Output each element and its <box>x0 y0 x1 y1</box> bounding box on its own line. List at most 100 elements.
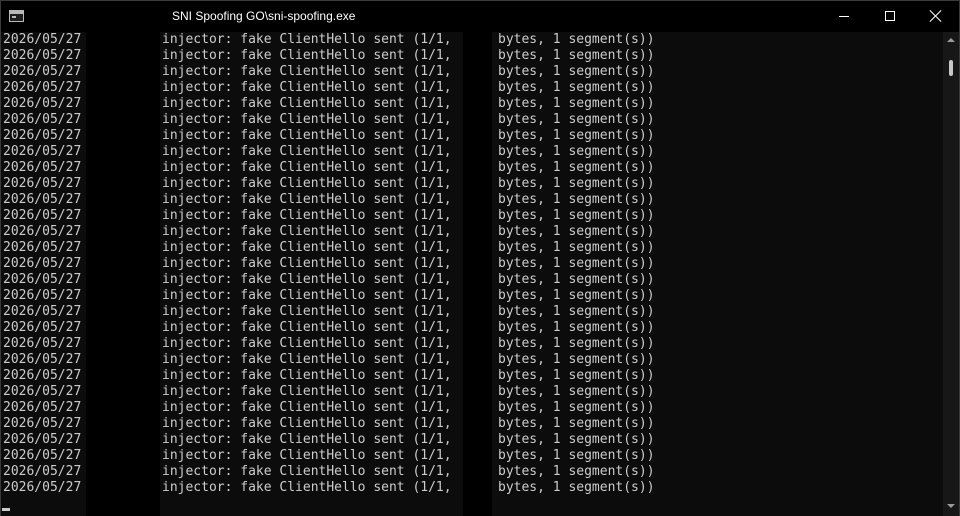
log-message: injector: fake ClientHello sent (1/1, <box>162 96 452 111</box>
log-tail: bytes, 1 segment(s)) <box>498 400 655 415</box>
log-message: injector: fake ClientHello sent (1/1, <box>162 464 452 479</box>
log-tail: bytes, 1 segment(s)) <box>498 320 655 335</box>
log-message: injector: fake ClientHello sent (1/1, <box>162 80 452 95</box>
log-tail: bytes, 1 segment(s)) <box>498 64 655 79</box>
log-tail: bytes, 1 segment(s)) <box>498 176 655 191</box>
log-tail: bytes, 1 segment(s)) <box>498 256 655 271</box>
log-message: injector: fake ClientHello sent (1/1, <box>162 128 452 143</box>
minimize-button[interactable] <box>821 1 867 32</box>
log-tail: bytes, 1 segment(s)) <box>498 48 655 63</box>
log-tail: bytes, 1 segment(s)) <box>498 416 655 431</box>
log-tail: bytes, 1 segment(s)) <box>498 480 655 495</box>
log-date: 2026/05/27 <box>3 128 82 143</box>
log-tail: bytes, 1 segment(s)) <box>498 272 655 287</box>
log-message: injector: fake ClientHello sent (1/1, <box>162 32 452 47</box>
text-cursor <box>2 508 10 511</box>
log-message: injector: fake ClientHello sent (1/1, <box>162 432 452 447</box>
redaction-block <box>86 32 160 516</box>
log-message: injector: fake ClientHello sent (1/1, <box>162 176 452 191</box>
log-date: 2026/05/27 <box>3 432 82 447</box>
log-message: injector: fake ClientHello sent (1/1, <box>162 224 452 239</box>
log-tail: bytes, 1 segment(s)) <box>498 32 655 47</box>
console-app-icon[interactable] <box>9 10 24 22</box>
log-tail: bytes, 1 segment(s)) <box>498 448 655 463</box>
log-date: 2026/05/27 <box>3 144 82 159</box>
log-message: injector: fake ClientHello sent (1/1, <box>162 288 452 303</box>
log-message: injector: fake ClientHello sent (1/1, <box>162 384 452 399</box>
log-message: injector: fake ClientHello sent (1/1, <box>162 256 452 271</box>
close-button[interactable] <box>913 1 959 32</box>
log-tail: bytes, 1 segment(s)) <box>498 80 655 95</box>
maximize-icon <box>885 11 895 21</box>
log-message: injector: fake ClientHello sent (1/1, <box>162 48 452 63</box>
log-date: 2026/05/27 <box>3 448 82 463</box>
log-date: 2026/05/27 <box>3 224 82 239</box>
log-message: injector: fake ClientHello sent (1/1, <box>162 304 452 319</box>
log-date: 2026/05/27 <box>3 480 82 495</box>
log-tail: bytes, 1 segment(s)) <box>498 304 655 319</box>
console-window: SNI Spoofing GO\sni-spoofing.exe 2026/05… <box>0 0 960 516</box>
log-tail: bytes, 1 segment(s)) <box>498 240 655 255</box>
log-tail: bytes, 1 segment(s)) <box>498 128 655 143</box>
log-message: injector: fake ClientHello sent (1/1, <box>162 144 452 159</box>
log-message: injector: fake ClientHello sent (1/1, <box>162 208 452 223</box>
log-date: 2026/05/27 <box>3 208 82 223</box>
scroll-up-arrow-icon[interactable] <box>947 38 955 42</box>
log-date: 2026/05/27 <box>3 320 82 335</box>
log-message: injector: fake ClientHello sent (1/1, <box>162 64 452 79</box>
window-title: SNI Spoofing GO\sni-spoofing.exe <box>172 9 356 23</box>
log-message: injector: fake ClientHello sent (1/1, <box>162 352 452 367</box>
log-date: 2026/05/27 <box>3 464 82 479</box>
log-message: injector: fake ClientHello sent (1/1, <box>162 480 452 495</box>
log-tail: bytes, 1 segment(s)) <box>498 368 655 383</box>
log-tail: bytes, 1 segment(s)) <box>498 432 655 447</box>
log-message: injector: fake ClientHello sent (1/1, <box>162 272 452 287</box>
log-date: 2026/05/27 <box>3 352 82 367</box>
scroll-thumb[interactable] <box>949 60 953 76</box>
log-tail: bytes, 1 segment(s)) <box>498 96 655 111</box>
log-message: injector: fake ClientHello sent (1/1, <box>162 400 452 415</box>
log-date: 2026/05/27 <box>3 96 82 111</box>
log-tail: bytes, 1 segment(s)) <box>498 208 655 223</box>
log-tail: bytes, 1 segment(s)) <box>498 144 655 159</box>
close-icon <box>930 10 942 22</box>
redaction-block <box>463 32 492 516</box>
log-date: 2026/05/27 <box>3 272 82 287</box>
vertical-scrollbar[interactable] <box>943 32 959 516</box>
log-message: injector: fake ClientHello sent (1/1, <box>162 112 452 127</box>
log-date: 2026/05/27 <box>3 192 82 207</box>
log-date: 2026/05/27 <box>3 160 82 175</box>
maximize-button[interactable] <box>867 1 913 32</box>
log-date: 2026/05/27 <box>3 176 82 191</box>
scroll-down-arrow-icon[interactable] <box>947 504 955 508</box>
log-tail: bytes, 1 segment(s)) <box>498 288 655 303</box>
log-tail: bytes, 1 segment(s)) <box>498 384 655 399</box>
log-tail: bytes, 1 segment(s)) <box>498 336 655 351</box>
title-bar[interactable]: SNI Spoofing GO\sni-spoofing.exe <box>1 1 959 32</box>
log-tail: bytes, 1 segment(s)) <box>498 352 655 367</box>
log-message: injector: fake ClientHello sent (1/1, <box>162 160 452 175</box>
log-message: injector: fake ClientHello sent (1/1, <box>162 368 452 383</box>
log-message: injector: fake ClientHello sent (1/1, <box>162 416 452 431</box>
log-date: 2026/05/27 <box>3 64 82 79</box>
log-date: 2026/05/27 <box>3 240 82 255</box>
log-date: 2026/05/27 <box>3 288 82 303</box>
log-date: 2026/05/27 <box>3 416 82 431</box>
log-date: 2026/05/27 <box>3 32 82 47</box>
log-message: injector: fake ClientHello sent (1/1, <box>162 336 452 351</box>
log-date: 2026/05/27 <box>3 368 82 383</box>
log-date: 2026/05/27 <box>3 304 82 319</box>
log-tail: bytes, 1 segment(s)) <box>498 160 655 175</box>
log-date: 2026/05/27 <box>3 384 82 399</box>
log-date: 2026/05/27 <box>3 48 82 63</box>
log-date: 2026/05/27 <box>3 80 82 95</box>
log-tail: bytes, 1 segment(s)) <box>498 192 655 207</box>
log-tail: bytes, 1 segment(s)) <box>498 224 655 239</box>
log-message: injector: fake ClientHello sent (1/1, <box>162 240 452 255</box>
log-message: injector: fake ClientHello sent (1/1, <box>162 192 452 207</box>
title-redaction <box>28 7 169 26</box>
log-date: 2026/05/27 <box>3 400 82 415</box>
log-message: injector: fake ClientHello sent (1/1, <box>162 448 452 463</box>
console-output[interactable]: 2026/05/27 injector: fake ClientHello sen… <box>1 32 943 516</box>
log-tail: bytes, 1 segment(s)) <box>498 112 655 127</box>
